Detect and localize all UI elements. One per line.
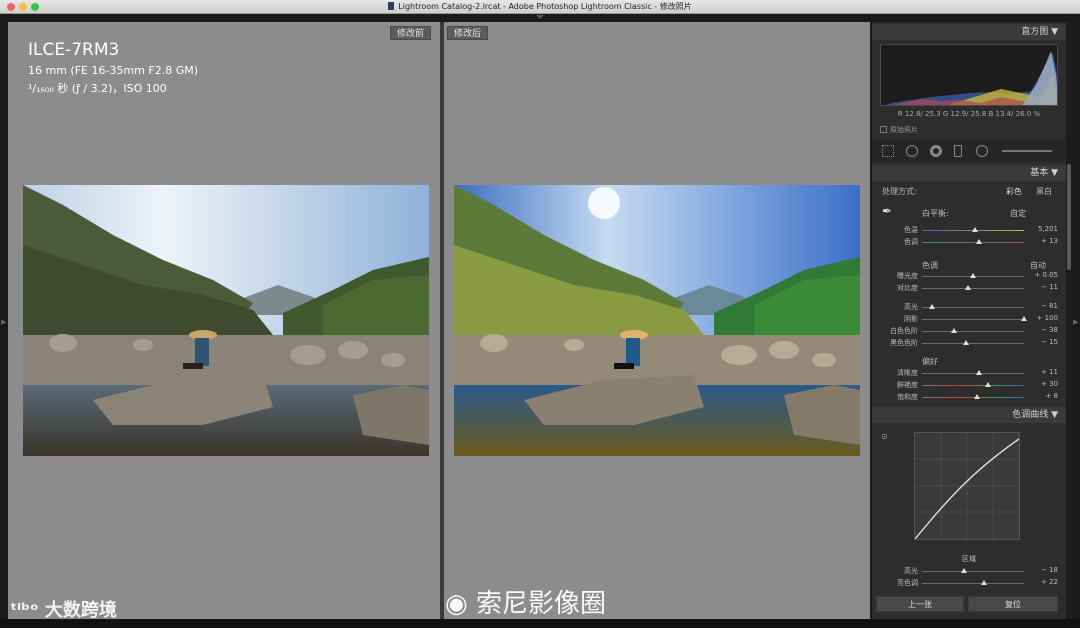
wb-eyedropper-icon[interactable]: ✒ [882, 204, 892, 218]
histogram[interactable] [880, 44, 1058, 106]
treatment-color-option[interactable]: 彩色 [1006, 186, 1022, 197]
exposure-info: ¹/₁₆₀₀ 秒 (ƒ / 3.2)，ISO 100 [28, 82, 167, 95]
graduated-filter-tool-icon[interactable] [954, 145, 962, 157]
slider-region-lights[interactable]: 亮色调 + 22 [872, 578, 1066, 589]
after-label: 修改后 [447, 26, 489, 40]
before-label: 修改前 [390, 26, 432, 40]
spot-removal-tool-icon[interactable] [906, 145, 918, 157]
histogram-header[interactable]: 直方图 ▼ [872, 24, 1066, 40]
white-balance-select[interactable]: 自定 [1010, 208, 1026, 219]
slider-highlights[interactable]: 高光 − 81 [872, 302, 1066, 313]
radial-filter-tool-icon[interactable] [976, 145, 988, 157]
histogram-rgb-values: R 12.8/ 25.3 G 12.9/ 25.8 B 13.4/ 26.0 % [897, 110, 1041, 118]
tone-auto-button[interactable]: 自动 [1030, 260, 1046, 271]
slider-shadows[interactable]: 阴影 + 100 [872, 314, 1066, 325]
lens-info: 16 mm (FE 16-35mm F2.8 GM) [28, 64, 199, 77]
original-photo-checkbox[interactable]: 原始照片 [880, 125, 918, 135]
slider-blacks[interactable]: 黑色色阶 − 15 [872, 338, 1066, 349]
left-panel-toggle-icon[interactable]: ▶ [1, 318, 6, 326]
panel-scrollbar[interactable] [1066, 22, 1072, 619]
brush-slider[interactable] [1002, 150, 1052, 152]
after-pane: 修改后 [444, 22, 870, 619]
slider-clarity[interactable]: 清晰度 + 11 [872, 368, 1066, 379]
window-title: Lightroom Catalog-2.lrcat - Adobe Photos… [398, 2, 692, 11]
before-pane: 修改前 ILCE-7RM3 16 mm (FE 16-35mm F2.8 GM)… [8, 22, 440, 619]
develop-panel: 直方图 ▼ R 12.8/ 25.3 G 12.9/ 25.8 B 13.4/ … [872, 22, 1066, 619]
white-balance-label: 白平衡: [922, 209, 949, 218]
previous-button[interactable]: 上一张 [876, 596, 964, 612]
tone-label: 色调 [922, 261, 938, 270]
before-photo[interactable] [23, 185, 429, 456]
tone-curve-graph[interactable] [914, 432, 1020, 540]
tool-strip [872, 140, 1066, 162]
camera-model: ILCE-7RM3 [28, 40, 120, 60]
slider-region-highlights[interactable]: 高光 − 18 [872, 566, 1066, 577]
slider-temp[interactable]: 色温 5,201 [872, 225, 1066, 236]
slider-saturation[interactable]: 饱和度 + 8 [872, 392, 1066, 403]
tone-curve-header[interactable]: 色调曲线 ▼ [872, 407, 1066, 423]
target-adjust-icon[interactable]: ⊙ [881, 432, 888, 441]
top-panel-toggle-icon[interactable] [536, 15, 544, 19]
document-icon [388, 2, 395, 10]
compare-view: 修改前 ILCE-7RM3 16 mm (FE 16-35mm F2.8 GM)… [8, 22, 870, 619]
watermark-center: ◉ 索尼影像圈 [445, 589, 606, 619]
slider-contrast[interactable]: 对比度 − 11 [872, 283, 1066, 294]
bottom-bar [0, 619, 1080, 628]
slider-exposure[interactable]: 曝光度 + 0.05 [872, 271, 1066, 282]
slider-vibrance[interactable]: 鲜艳度 + 30 [872, 380, 1066, 391]
after-photo[interactable] [454, 185, 860, 456]
presence-label: 偏好 [922, 357, 938, 366]
title-bar: Lightroom Catalog-2.lrcat - Adobe Photos… [0, 0, 1080, 14]
reset-button[interactable]: 复位 [968, 596, 1058, 612]
basic-header[interactable]: 基本 ▼ [872, 165, 1066, 181]
treatment-bw-option[interactable]: 黑白 [1036, 186, 1052, 197]
crop-tool-icon[interactable] [882, 145, 894, 157]
slider-whites[interactable]: 白色色阶 − 38 [872, 326, 1066, 337]
red-eye-tool-icon[interactable] [930, 145, 942, 157]
right-panel-toggle-icon[interactable]: ▶ [1073, 318, 1078, 326]
scrollbar-thumb[interactable] [1067, 164, 1071, 270]
treatment-label: 处理方式: [882, 187, 917, 196]
region-label: 区域 [962, 555, 976, 563]
slider-tint[interactable]: 色调 + 13 [872, 237, 1066, 248]
